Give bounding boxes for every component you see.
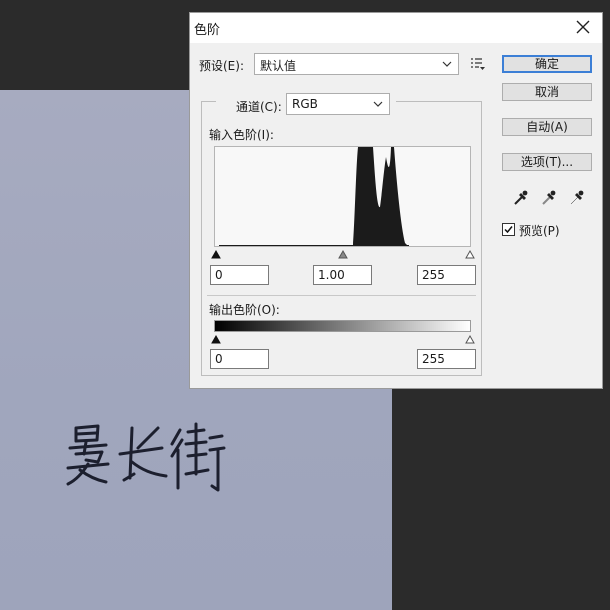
close-icon[interactable]: [572, 16, 594, 38]
white-point-eyedropper-icon[interactable]: [568, 189, 584, 210]
output-white-slider[interactable]: [465, 333, 475, 347]
input-levels-label: 输入色阶(I):: [209, 128, 274, 142]
input-white-field[interactable]: 255: [417, 265, 476, 285]
output-black-field[interactable]: 0: [210, 349, 269, 369]
ok-button[interactable]: 确定: [502, 55, 592, 73]
handwritten-signature: [62, 418, 227, 501]
input-black-slider[interactable]: [211, 248, 221, 262]
input-gamma-field[interactable]: 1.00: [313, 265, 372, 285]
output-levels-label: 输出色阶(O):: [209, 303, 280, 317]
output-gradient: [214, 320, 471, 332]
options-button[interactable]: 选项(T)...: [502, 153, 592, 171]
input-white-slider[interactable]: [465, 248, 475, 262]
output-black-slider[interactable]: [211, 333, 221, 347]
levels-dialog: 色阶 预设(E): 默认值 确定 取消 自动(A) 选项(T)... 预览(P)…: [189, 12, 603, 389]
input-black-field[interactable]: 0: [210, 265, 269, 285]
preview-checkbox[interactable]: [502, 223, 515, 236]
channel-select[interactable]: RGB: [286, 93, 390, 115]
input-gamma-slider[interactable]: [338, 248, 348, 262]
preview-label: 预览(P): [519, 224, 560, 238]
dialog-title: 色阶: [194, 23, 221, 38]
preset-options-icon[interactable]: [470, 57, 486, 71]
title-bar[interactable]: 色阶: [190, 13, 602, 43]
cancel-button[interactable]: 取消: [502, 83, 592, 101]
chevron-down-icon: [373, 101, 383, 107]
preset-label: 预设(E):: [199, 59, 244, 73]
histogram: [214, 146, 471, 247]
auto-button[interactable]: 自动(A): [502, 118, 592, 136]
channel-label: 通道(C):: [236, 100, 282, 114]
preset-select[interactable]: 默认值: [254, 53, 459, 75]
preset-value: 默认值: [260, 59, 297, 73]
divider: [207, 295, 476, 296]
gray-point-eyedropper-icon[interactable]: [540, 189, 556, 210]
output-white-field[interactable]: 255: [417, 349, 476, 369]
black-point-eyedropper-icon[interactable]: [512, 189, 528, 210]
channel-value: RGB: [292, 97, 318, 111]
chevron-down-icon: [442, 61, 452, 67]
